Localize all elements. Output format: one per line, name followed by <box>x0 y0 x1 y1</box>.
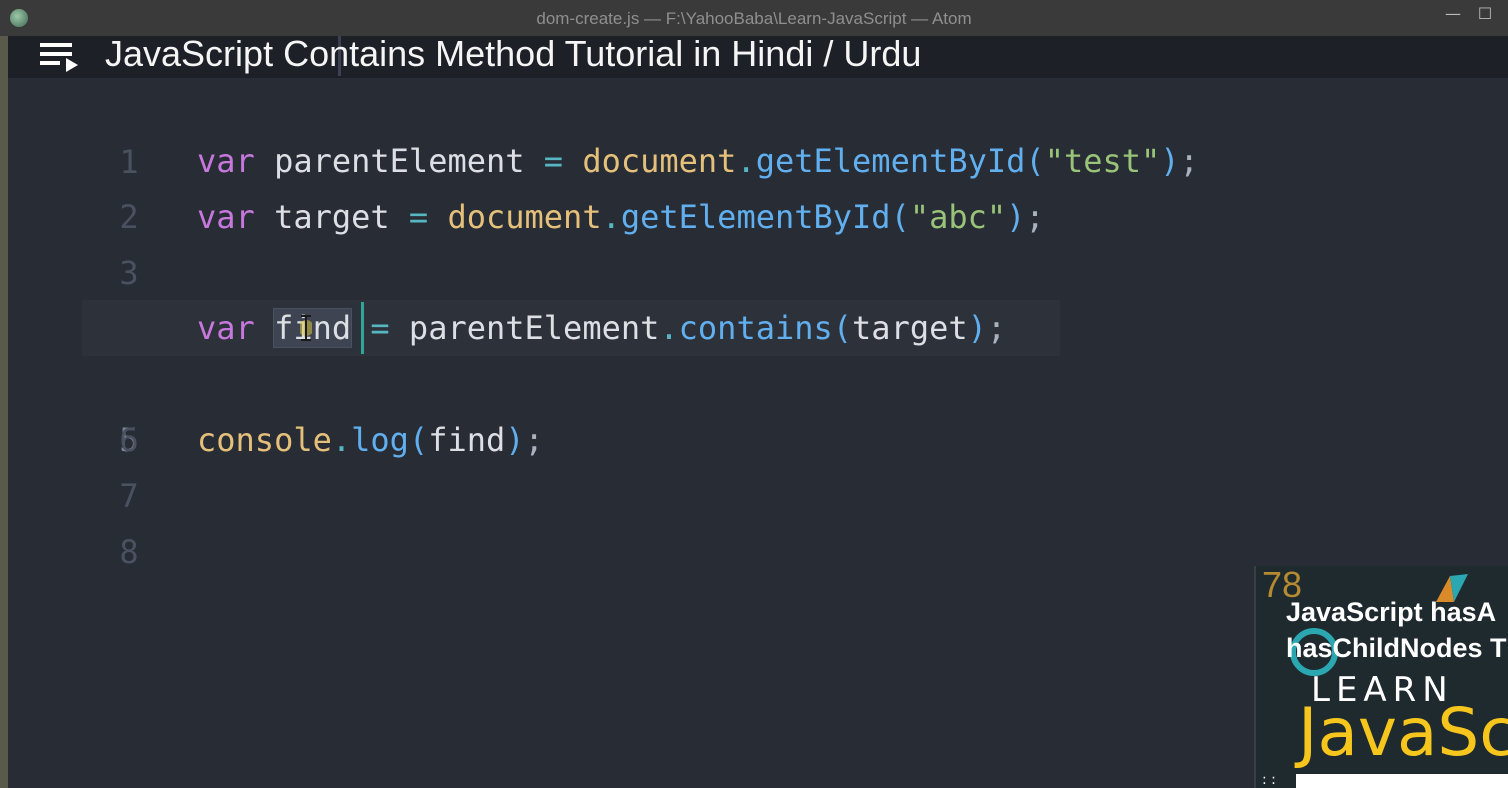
card-title: JavaScript hasA hasChildNodes T <box>1286 594 1508 666</box>
paren-token: ) <box>1160 142 1180 180</box>
keyword-token: var <box>197 198 255 236</box>
code-text: var parentElement = document.getElementB… <box>197 133 1199 189</box>
paren-token: ( <box>832 309 853 347</box>
code-text: console.log(find); <box>197 412 544 468</box>
code-text: var target = document.getElementById("ab… <box>197 189 1045 245</box>
card-title-line-2: hasChildNodes T <box>1286 633 1507 663</box>
identifier-token: find <box>428 421 506 459</box>
suggested-video-card[interactable]: 78 JavaScript hasA hasChildNodes T LEARN… <box>1254 566 1508 788</box>
window-titlebar: dom-create.js — F:\YahooBaba\Learn-JavaS… <box>0 0 1508 36</box>
identifier-token: parentElement <box>274 142 525 180</box>
card-dots: : : <box>1262 772 1276 788</box>
text-cursor <box>361 302 364 354</box>
card-bottom-strip <box>1296 774 1508 788</box>
dot-token: . <box>736 142 756 180</box>
minimize-button[interactable]: — <box>1442 4 1464 26</box>
dot-token: . <box>331 421 352 459</box>
function-token: getElementById <box>755 142 1026 180</box>
dot-token: . <box>659 309 679 347</box>
mouse-ibeam-icon <box>300 315 312 341</box>
line-number: 8 <box>119 533 139 571</box>
code-line: 4 <box>8 244 1108 347</box>
string-token: "test" <box>1044 142 1161 180</box>
maximize-button[interactable]: ☐ <box>1474 4 1496 26</box>
card-title-line-1: JavaScript hasA <box>1286 597 1497 627</box>
operator-token: = <box>543 142 564 180</box>
paren-token: ) <box>505 421 525 459</box>
operator-token: = <box>408 198 429 236</box>
card-brand-text: JavaScr <box>1298 694 1508 771</box>
window-title: dom-create.js — F:\YahooBaba\Learn-JavaS… <box>536 9 972 28</box>
code-line: 1 <box>8 78 1108 181</box>
keyword-token: var <box>197 142 255 180</box>
identifier-token: target <box>274 198 390 236</box>
operator-token: = <box>370 309 390 347</box>
code-line: 2 var parentElement = document.getElemen… <box>8 133 1198 236</box>
window-left-edge <box>0 36 8 788</box>
semicolon-token: ; <box>524 421 544 459</box>
paren-token: ) <box>967 309 987 347</box>
semicolon-token: ; <box>986 309 1007 347</box>
selected-identifier-token[interactable]: find <box>273 308 353 348</box>
video-title[interactable]: JavaScript Contains Method Tutorial in H… <box>105 36 921 72</box>
code-line: 7 console.log(find); <box>8 412 1108 515</box>
dot-token: . <box>601 198 621 236</box>
identifier-token: parentElement <box>408 309 660 347</box>
paren-token: ( <box>1025 142 1045 180</box>
object-token: console <box>197 421 332 459</box>
code-text: var find = parentElement.contains(target… <box>197 300 1006 356</box>
paren-token: ( <box>890 198 910 236</box>
code-line: 8 <box>8 468 1108 571</box>
code-line: 3 var target = document.getElementById("… <box>8 189 1108 292</box>
object-token: document <box>582 142 737 180</box>
function-token: log <box>351 421 409 459</box>
function-token: getElementById <box>620 198 891 236</box>
string-token: "abc" <box>909 198 1007 236</box>
keyword-token: var <box>197 309 255 347</box>
function-token: contains <box>678 309 833 347</box>
paren-token: ( <box>408 421 429 459</box>
video-title-bar: JavaScript Contains Method Tutorial in H… <box>8 36 1508 78</box>
paren-token: ) <box>1006 198 1026 236</box>
semicolon-token: ; <box>1179 142 1199 180</box>
code-line-active: 5 var find = parentElement.contains(targ… <box>8 300 1108 459</box>
semicolon-token: ; <box>1025 198 1045 236</box>
object-token: document <box>447 198 602 236</box>
playlist-menu-icon[interactable] <box>40 41 80 75</box>
identifier-token: target <box>852 309 968 347</box>
code-line: 6 <box>8 356 1108 459</box>
